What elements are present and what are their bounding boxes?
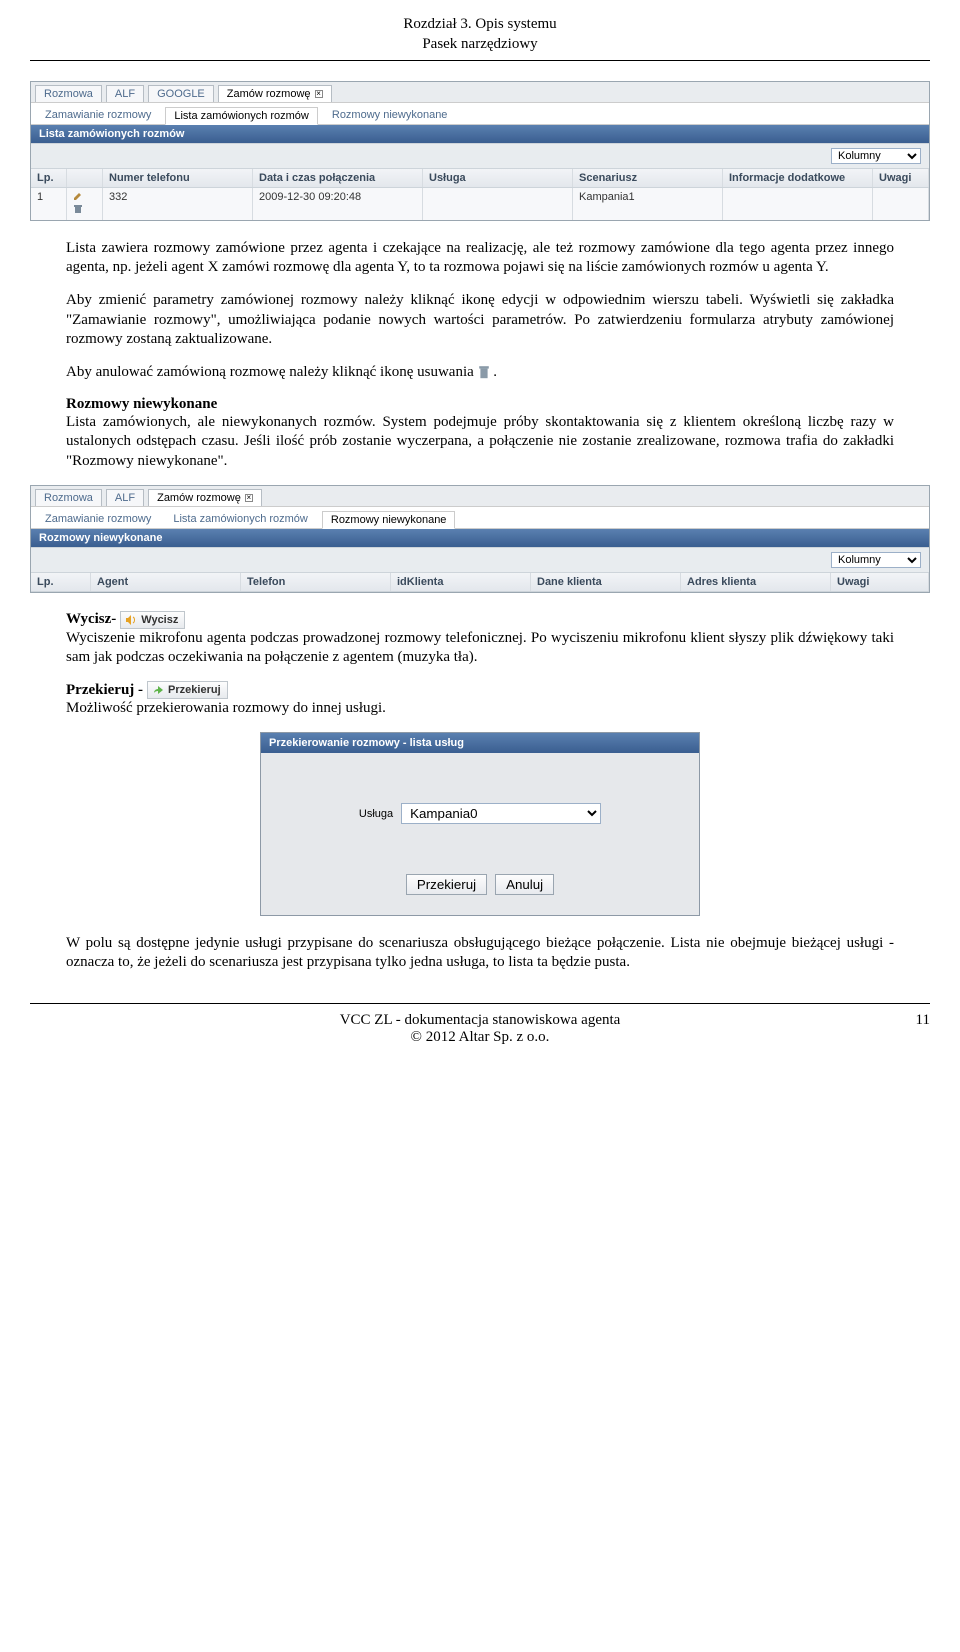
paragraph: W polu są dostępne jedynie usługi przypi… [66,934,894,972]
subtab-zamawianie[interactable]: Zamawianie rozmowy [37,511,159,528]
speaker-icon [124,613,138,627]
wycisz-term: Wycisz- Wycisz [66,611,894,629]
tab-google[interactable]: GOOGLE [148,85,214,102]
paragraph: Aby anulować zamówioną rozmowę należy kl… [66,363,894,382]
edit-icon[interactable] [73,191,83,201]
sub-tabs: Zamawianie rozmowy Lista zamówionych roz… [31,102,929,125]
page-footer: VCC ZL - dokumentacja stanowiskowa agent… [30,1003,930,1066]
usluga-select[interactable]: Kampania0 [401,803,601,824]
screenshot-lista-zamowionych: Rozmowa ALF GOOGLE Zamów rozmowę × Zamaw… [30,81,930,221]
rozmowy-niewykonane-h: Rozmowy niewykonane [66,396,894,413]
panel-title: Rozmowy niewykonane [31,529,929,547]
main-tabs: Rozmowa ALF Zamów rozmowę × [31,486,929,506]
page-number: 11 [900,1012,930,1046]
table-header: Lp. Numer telefonu Data i czas połączeni… [31,168,929,188]
arrow-icon [151,683,165,697]
dialog-przekierowanie: Przekierowanie rozmowy - lista usług Usł… [260,732,700,916]
tab-rozmowa[interactable]: Rozmowa [35,489,102,506]
tab-zamow-rozmowe[interactable]: Zamów rozmowę × [148,489,262,506]
close-icon[interactable]: × [315,90,323,98]
paragraph: Wyciszenie mikrofonu agenta podczas prow… [66,629,894,667]
main-tabs: Rozmowa ALF GOOGLE Zamów rozmowę × [31,82,929,102]
przekieruj-button[interactable]: Przekieruj [147,681,228,699]
subtab-lista[interactable]: Lista zamówionych rozmów [165,511,316,528]
close-icon[interactable]: × [245,494,253,502]
panel-title: Lista zamówionych rozmów [31,125,929,143]
tab-rozmowa[interactable]: Rozmowa [35,85,102,102]
screenshot-niewykonane: Rozmowa ALF Zamów rozmowę × Zamawianie r… [30,485,930,593]
przekieruj-term: Przekieruj - Przekieruj [66,681,894,699]
przekieruj-button[interactable]: Przekieruj [406,874,487,895]
subtab-niewykonane[interactable]: Rozmowy niewykonane [324,107,456,124]
paragraph: Lista zamówionych, ale niewykonanych roz… [66,413,894,471]
kolumny-select[interactable]: Kolumny [831,148,921,164]
trash-icon [478,365,490,379]
trash-icon[interactable] [73,204,83,214]
page-header: Rozdział 3. Opis systemu Pasek narzędzio… [30,0,930,61]
subtab-niewykonane[interactable]: Rozmowy niewykonane [322,511,456,529]
table-header: Lp. Agent Telefon idKlienta Dane klienta… [31,572,929,592]
footer-copy: © 2012 Altar Sp. z o.o. [60,1029,900,1046]
anuluj-button[interactable]: Anuluj [495,874,554,895]
section-title: Pasek narzędziowy [30,35,930,55]
wycisz-button[interactable]: Wycisz [120,611,185,629]
kolumny-select[interactable]: Kolumny [831,552,921,568]
sub-tabs: Zamawianie rozmowy Lista zamówionych roz… [31,506,929,529]
usluga-label: Usługa [359,808,393,820]
footer-title: VCC ZL - dokumentacja stanowiskowa agent… [60,1012,900,1029]
chapter-title: Rozdział 3. Opis systemu [30,15,930,35]
dialog-title: Przekierowanie rozmowy - lista usług [261,733,699,753]
paragraph: Lista zawiera rozmowy zamówione przez ag… [66,239,894,277]
paragraph: Możliwość przekierowania rozmowy do inne… [66,699,894,718]
paragraph: Aby zmienić parametry zamówionej rozmowy… [66,291,894,349]
tab-alf[interactable]: ALF [106,85,144,102]
subtab-zamawianie[interactable]: Zamawianie rozmowy [37,107,159,124]
tab-alf[interactable]: ALF [106,489,144,506]
table-row[interactable]: 1 332 2009-12-30 09:20:48 Kampania1 [31,188,929,220]
subtab-lista[interactable]: Lista zamówionych rozmów [165,107,318,125]
tab-zamow-rozmowe[interactable]: Zamów rozmowę × [218,85,332,102]
